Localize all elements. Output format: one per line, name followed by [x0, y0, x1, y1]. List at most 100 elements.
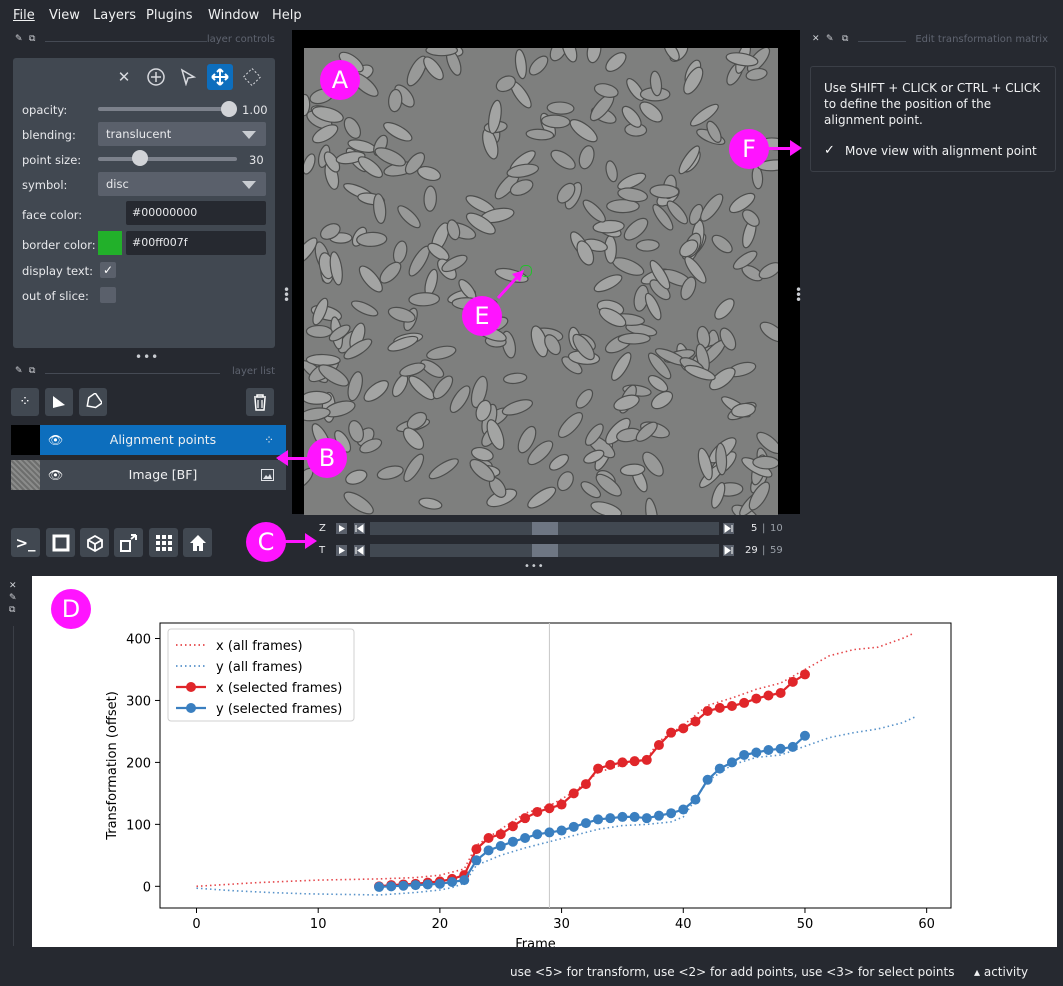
transpose-button[interactable] [114, 528, 143, 557]
caret-up-icon: ▴ [974, 965, 984, 979]
y-tick-label: 100 [126, 818, 151, 833]
out-of-slice-checkbox[interactable] [100, 287, 116, 303]
roll-dims-button[interactable] [80, 528, 109, 557]
last-frame-button-z[interactable] [723, 523, 734, 534]
legend-label: y (all frames) [216, 660, 303, 675]
y-tick-label: 200 [126, 756, 151, 771]
transform-panel: Use SHIFT + CLICK or CTRL + CLICK to def… [810, 66, 1056, 172]
data-point [775, 688, 786, 699]
pointer-icon [180, 68, 197, 86]
data-point [593, 814, 604, 825]
layer-name: Alignment points [109, 432, 217, 447]
z-slider-handle[interactable] [531, 522, 558, 535]
new-shapes-layer-button[interactable] [45, 388, 73, 416]
y-tick-label: 0 [143, 880, 151, 895]
last-frame-button-t[interactable] [723, 545, 734, 556]
legend-label: y (selected frames) [216, 702, 342, 717]
legend-label: x (all frames) [216, 639, 303, 654]
menu-bar: File View Layers Plugins Window Help [0, 0, 1063, 30]
float-icon[interactable]: ✎ [15, 366, 23, 376]
face-color-swatch[interactable] [98, 201, 122, 225]
menu-view[interactable]: View [49, 8, 80, 23]
toggle-ndisplay-button[interactable] [46, 528, 75, 557]
data-point [641, 813, 652, 824]
move-view-checkbox[interactable]: ✓ [824, 144, 838, 158]
legend-label: x (selected frames) [216, 681, 342, 696]
layer-row-image-bf[interactable]: 👁 Image [BF] [11, 460, 286, 490]
console-button[interactable]: >_ [11, 528, 40, 557]
label-icon [86, 393, 102, 409]
layer-name: Image [BF] [128, 467, 198, 482]
symbol-dropdown[interactable]: disc [98, 172, 266, 196]
layer-row-alignment-points[interactable]: 👁 Alignment points ⁘ [11, 425, 286, 455]
right-splitter-handle[interactable]: • • • [795, 284, 802, 306]
select-points-button[interactable] [175, 64, 201, 90]
pan-zoom-button[interactable] [207, 64, 233, 90]
dock-resize-handle[interactable]: ••• [135, 350, 159, 364]
x-tick-label: 10 [310, 917, 327, 932]
opacity-slider-handle[interactable] [221, 101, 237, 117]
marker-e: E [462, 296, 502, 336]
data-point [678, 804, 689, 815]
delete-points-button[interactable]: ✕ [111, 64, 137, 90]
x-tick-label: 0 [192, 917, 200, 932]
float-icon[interactable]: ✎ [9, 592, 17, 604]
hide-icon[interactable]: ⧉ [9, 604, 17, 616]
float-icon[interactable]: ✎ [826, 34, 834, 44]
data-point [629, 756, 640, 767]
data-point [447, 876, 458, 887]
menu-file[interactable]: File [13, 8, 35, 23]
home-icon [189, 534, 206, 551]
activity-button[interactable]: ▴ activity [974, 965, 1028, 979]
t-slider-handle[interactable] [531, 544, 558, 557]
points-icon: ⁘ [263, 433, 274, 447]
y-tick-label: 300 [126, 694, 151, 709]
menu-window[interactable]: Window [208, 8, 259, 23]
border-color-swatch[interactable] [98, 231, 122, 255]
x-tick-label: 40 [675, 917, 692, 932]
float-icon[interactable]: ✎ [15, 34, 23, 44]
close-icon[interactable]: ✕ [9, 580, 17, 592]
close-dock-icon[interactable]: ⧉ [29, 34, 35, 44]
home-button[interactable] [183, 528, 212, 557]
blending-dropdown[interactable]: translucent [98, 122, 266, 146]
border-color-input[interactable]: #00ff007f [126, 231, 266, 255]
menu-help[interactable]: Help [272, 8, 302, 23]
point-size-slider[interactable] [98, 157, 237, 161]
new-points-layer-button[interactable]: ⁘ [11, 388, 39, 416]
status-message: use <5> for transform, use <2> for add p… [510, 965, 955, 979]
face-color-input[interactable]: #00000000 [126, 201, 266, 225]
play-button-z[interactable] [336, 523, 347, 534]
menu-plugins[interactable]: Plugins [146, 8, 193, 23]
dock-resize-handle[interactable]: ••• [524, 561, 545, 572]
play-button-t[interactable] [336, 545, 347, 556]
new-labels-layer-button[interactable] [79, 388, 107, 416]
x-tick-label: 20 [432, 917, 449, 932]
transpose-icon [119, 533, 137, 552]
marker-b: B [307, 438, 347, 478]
data-point [775, 743, 786, 754]
point-size-slider-handle[interactable] [131, 150, 148, 166]
first-frame-button-t[interactable] [354, 545, 365, 556]
first-frame-button-z[interactable] [354, 523, 365, 534]
data-point [751, 693, 762, 704]
data-point [605, 759, 616, 770]
grid-view-button[interactable] [149, 528, 178, 557]
close-dock-icon[interactable]: ⧉ [29, 366, 35, 376]
add-points-button[interactable] [143, 64, 169, 90]
menu-layers[interactable]: Layers [93, 8, 136, 23]
close-icon[interactable]: ✕ [812, 34, 820, 44]
left-splitter-handle[interactable]: • • • [283, 284, 290, 306]
data-point [666, 727, 677, 738]
display-text-checkbox[interactable]: ✓ [100, 262, 116, 278]
transform-button[interactable] [239, 64, 265, 90]
marker-c: C [246, 522, 286, 562]
data-point [593, 763, 604, 774]
opacity-slider[interactable] [98, 107, 229, 111]
data-point [751, 747, 762, 758]
hide-icon[interactable]: ⧉ [842, 34, 848, 44]
data-point [605, 813, 616, 824]
delete-layer-button[interactable] [246, 388, 274, 416]
data-point [617, 811, 628, 822]
data-point [386, 881, 397, 892]
